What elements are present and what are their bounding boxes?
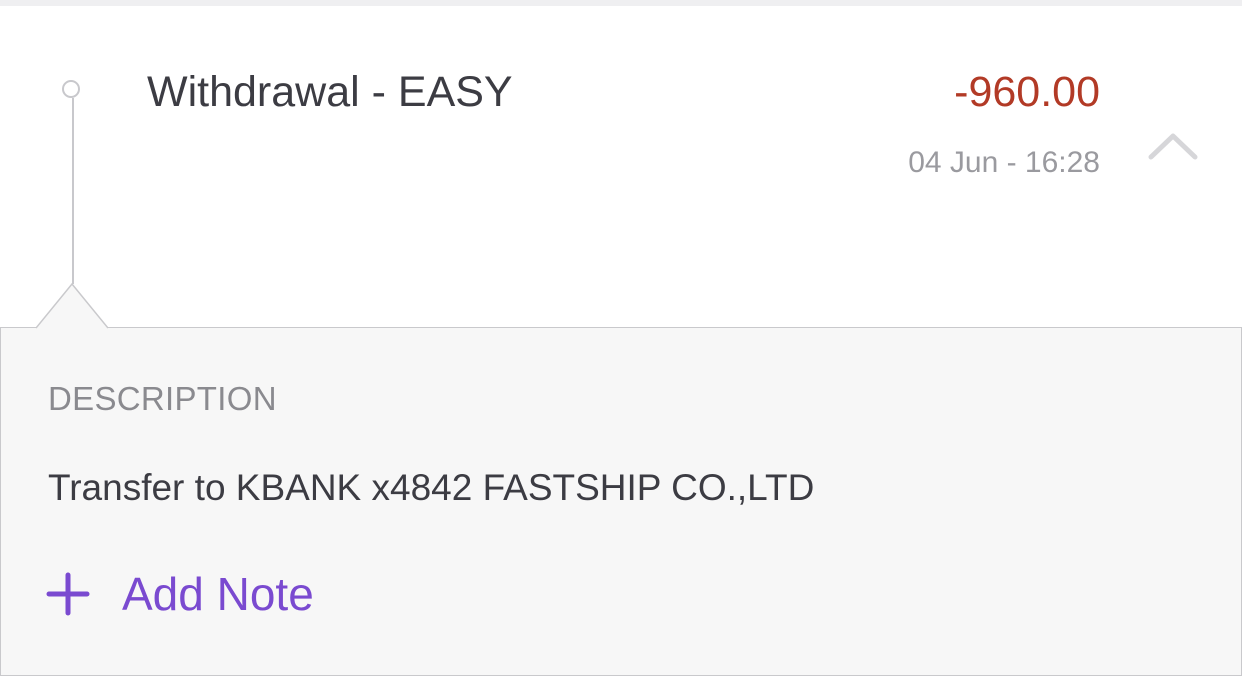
description-value: Transfer to KBANK x4842 FASTSHIP CO.,LTD: [48, 467, 815, 508]
add-note-button[interactable]: Add Note: [46, 566, 314, 622]
timeline-dot-icon: [62, 80, 80, 98]
description-label: DESCRIPTION: [48, 380, 277, 417]
timeline-line: [72, 98, 74, 284]
collapse-button[interactable]: [1146, 128, 1200, 168]
add-note-label: Add Note: [122, 568, 314, 620]
chevron-up-icon: [1148, 133, 1198, 160]
transaction-title: Withdrawal - EASY: [147, 68, 513, 116]
top-separator: [0, 0, 1242, 6]
transaction-datetime: 04 Jun - 16:28: [908, 146, 1100, 179]
panel-pointer-notch: [36, 283, 108, 329]
transaction-amount: -960.00: [954, 68, 1100, 116]
plus-icon: [46, 572, 90, 616]
transaction-detail-screen: Withdrawal - EASY -960.00 04 Jun - 16:28…: [0, 0, 1242, 676]
